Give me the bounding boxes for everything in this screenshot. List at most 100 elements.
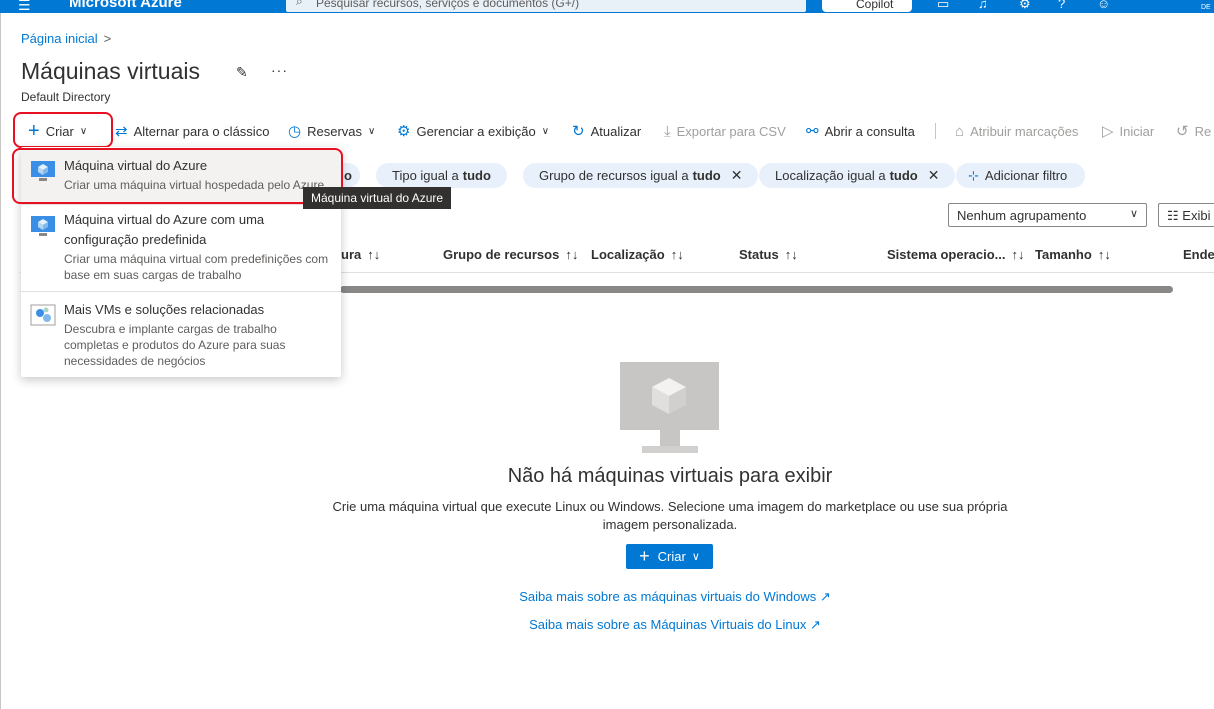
chevron-down-icon: ∨	[541, 125, 550, 137]
horizontal-scrollbar[interactable]	[340, 286, 1173, 293]
gear-icon: ⚙	[397, 123, 411, 140]
plus-icon: +	[639, 546, 650, 566]
solutions-icon	[30, 304, 56, 326]
settings-icon[interactable]: ⚙	[1019, 0, 1031, 12]
external-link-icon: ↗	[819, 589, 831, 604]
switch-classic-button[interactable]: ⇄ Alternar para o clássico	[115, 116, 269, 146]
export-csv-button[interactable]: ⤓ Exportar para CSV	[664, 116, 786, 146]
start-label: Iniciar	[1119, 123, 1155, 139]
list-view-label: Exibi	[1182, 208, 1211, 223]
add-filter-icon: ⊹	[968, 167, 979, 183]
reservations-button[interactable]: ◷ Reservas ∨	[288, 116, 375, 146]
user-initials[interactable]: DE	[1201, 4, 1211, 11]
menu-item-description: Descubra e implante cargas de trabalho c…	[64, 322, 286, 368]
close-icon[interactable]: ✕	[928, 167, 940, 184]
sort-icon: ↑↓	[670, 247, 684, 262]
breadcrumb-home-link[interactable]: Página inicial	[21, 31, 98, 46]
play-icon: ▷	[1102, 123, 1114, 140]
monitor-base	[642, 446, 698, 453]
cloud-shell-icon[interactable]: ▭	[937, 0, 949, 12]
filter-pill-type[interactable]: Tipo igual a tudo	[376, 163, 507, 188]
feedback-icon[interactable]: ☺	[1097, 0, 1110, 11]
link-linux-vms[interactable]: Saiba mais sobre as Máquinas Virtuais do…	[0, 617, 1214, 633]
refresh-button[interactable]: ↻ Atualizar	[572, 116, 641, 146]
empty-create-button[interactable]: + Criar ∨	[626, 544, 713, 569]
filter-location-label: Localização igual a	[775, 168, 886, 183]
download-icon: ⤓	[664, 122, 671, 140]
menu-highlight-box	[12, 148, 343, 204]
column-header[interactable]: Tamanho ↑↓	[1035, 247, 1111, 262]
column-header[interactable]: ura ↑↓	[341, 247, 380, 262]
breadcrumb-separator: >	[103, 31, 112, 46]
column-header[interactable]: Grupo de recursos ↑↓	[443, 247, 578, 262]
chevron-down-icon: ∨	[368, 125, 376, 137]
column-label: ura	[341, 247, 362, 262]
filter-resource-group-label: Grupo de recursos igual a	[539, 168, 689, 183]
column-header[interactable]: Sistema operacio... ↑↓	[887, 247, 1025, 262]
command-bar: + Criar ∨ ⇄ Alternar para o clássico ◷ R…	[14, 116, 1214, 146]
breadcrumb: Página inicial >	[21, 31, 111, 46]
copilot-button[interactable]: Copilot	[822, 0, 912, 12]
restart-label: Re	[1194, 123, 1212, 139]
menu-icon[interactable]: ☰	[18, 0, 31, 13]
search-icon: ⌕	[296, 0, 303, 8]
brand-title[interactable]: Microsoft Azure	[69, 0, 182, 11]
menu-item-description: Criar uma máquina virtual com predefiniç…	[64, 252, 329, 282]
top-bar: ☰ Microsoft Azure ⌕ Pesquisar recursos, …	[0, 0, 1214, 13]
clock-icon: ◷	[288, 123, 302, 140]
help-icon[interactable]: ?	[1058, 0, 1065, 11]
column-header[interactable]: Localização ↑↓	[591, 247, 684, 262]
column-header[interactable]: Ender	[1183, 247, 1214, 262]
sort-icon: ↑↓	[1097, 247, 1111, 262]
column-label: Grupo de recursos	[443, 247, 560, 262]
column-label: Ender	[1183, 247, 1214, 262]
open-query-label: Abrir a consulta	[824, 123, 915, 139]
page-subtitle: Default Directory	[21, 90, 111, 104]
refresh-icon: ↻	[572, 123, 585, 140]
filter-pill-resource-group[interactable]: Grupo de recursos igual a tudo ✕	[523, 163, 759, 188]
column-label: Sistema operacio...	[887, 247, 1006, 262]
column-header[interactable]: Status ↑↓	[739, 247, 798, 262]
chevron-down-icon: ∨	[691, 551, 700, 563]
grouping-selected: Nenhum agrupamento	[957, 208, 1087, 223]
switch-icon: ⇄	[115, 123, 128, 140]
copilot-label: Copilot	[856, 0, 894, 11]
global-search-input[interactable]: ⌕ Pesquisar recursos, serviços e documen…	[286, 0, 806, 12]
filter-subscription-fragment: o	[344, 168, 352, 183]
manage-view-button[interactable]: ⚙ Gerenciar a exibição ∨	[397, 116, 549, 146]
filter-type-label: Tipo igual a	[392, 168, 459, 183]
assign-tags-label: Atribuir marcações	[970, 123, 1079, 139]
close-icon[interactable]: ✕	[731, 167, 743, 184]
grouping-select[interactable]: Nenhum agrupamento ∨	[948, 203, 1147, 227]
page-title: Máquinas virtuais	[21, 58, 200, 84]
menu-item-title: Mais VMs e soluções relacionadas	[64, 302, 265, 317]
menu-item-more-vms[interactable]: Mais VMs e soluções relacionadas Descubr…	[21, 292, 341, 374]
link-windows-vms[interactable]: Saiba mais sobre as máquinas virtuais do…	[0, 589, 1214, 605]
pin-icon[interactable]: ✎	[236, 64, 248, 81]
assign-tags-button[interactable]: ⌂ Atribuir marcações	[955, 116, 1078, 146]
restart-button[interactable]: ↺ Re	[1176, 116, 1211, 146]
notifications-icon[interactable]: ♫	[978, 0, 988, 11]
column-label: Status	[739, 247, 779, 262]
more-options-icon[interactable]: ···	[271, 62, 288, 78]
monitor-illustration	[620, 362, 719, 430]
create-highlight-box	[13, 112, 113, 148]
start-button[interactable]: ▷ Iniciar	[1102, 116, 1154, 146]
filter-pill-location[interactable]: Localização igual a tudo ✕	[759, 163, 956, 188]
menu-item-azure-vm-preset[interactable]: Máquina virtual do Azure com uma configu…	[21, 205, 341, 291]
tag-icon: ⌂	[955, 122, 965, 140]
empty-state-description: Crie uma máquina virtual que execute Lin…	[332, 499, 1008, 532]
export-csv-label: Exportar para CSV	[676, 123, 786, 139]
query-icon: ⚯	[806, 123, 819, 140]
list-view-button[interactable]: ☷ Exibi	[1158, 203, 1214, 227]
open-query-button[interactable]: ⚯ Abrir a consulta	[806, 116, 915, 146]
empty-create-label: Criar	[657, 549, 686, 564]
switch-classic-label: Alternar para o clássico	[133, 123, 270, 139]
column-label: Localização	[591, 247, 665, 262]
reservations-label: Reservas	[307, 123, 363, 139]
tooltip: Máquina virtual do Azure	[303, 187, 452, 209]
add-filter-button[interactable]: ⊹ Adicionar filtro	[956, 163, 1086, 188]
filter-resource-group-value: tudo	[692, 168, 721, 183]
cube-icon	[652, 378, 686, 414]
column-label: Tamanho	[1035, 247, 1092, 262]
